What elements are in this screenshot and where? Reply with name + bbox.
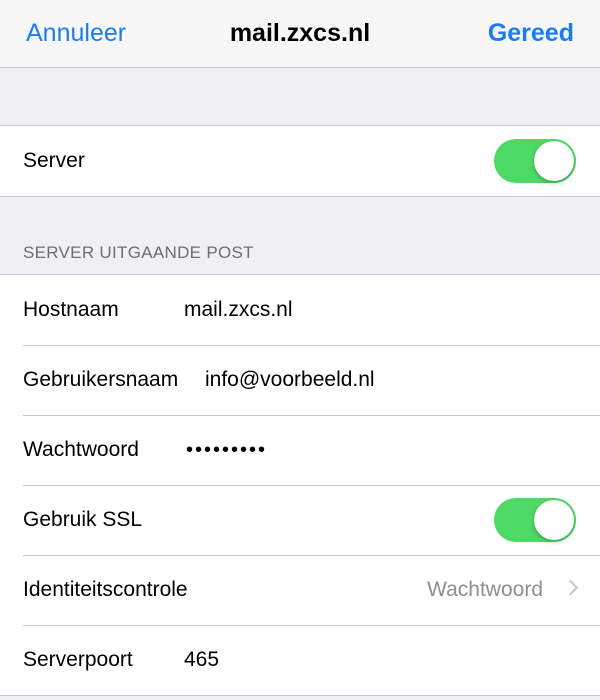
toggle-knob [534, 141, 574, 181]
server-toggle[interactable] [494, 139, 576, 183]
password-label: Wachtwoord [23, 438, 139, 461]
authentication-label: Identiteitscontrole [23, 578, 188, 601]
ssl-toggle[interactable] [494, 498, 576, 542]
server-group: Server [0, 125, 600, 197]
server-label: Server [23, 149, 85, 172]
outgoing-server-group: Hostnaam mail.zxcs.nl Gebruikersnaam inf… [0, 274, 600, 696]
username-field[interactable]: info@voorbeeld.nl [205, 345, 375, 415]
section-header-outgoing: SERVER UITGAANDE POST [23, 243, 254, 262]
navigation-bar: Annuleer mail.zxcs.nl Gereed [0, 0, 600, 68]
authentication-row[interactable]: Identiteitscontrole Wachtwoord [0, 555, 600, 625]
port-row[interactable]: Serverpoort 465 [0, 625, 600, 695]
hostname-label: Hostnaam [23, 298, 119, 321]
password-row[interactable]: Wachtwoord ••••••••• [0, 415, 600, 485]
ssl-row: Gebruik SSL [0, 485, 600, 555]
port-field[interactable]: 465 [184, 625, 219, 695]
hostname-field[interactable]: mail.zxcs.nl [184, 275, 293, 345]
authentication-value: Wachtwoord [427, 578, 543, 601]
port-label: Serverpoort [23, 648, 133, 671]
password-field[interactable]: ••••••••• [186, 415, 267, 485]
chevron-right-icon [562, 579, 579, 596]
server-row: Server [0, 126, 600, 196]
hostname-row[interactable]: Hostnaam mail.zxcs.nl [0, 275, 600, 345]
username-label: Gebruikersnaam [23, 368, 179, 391]
ssl-label: Gebruik SSL [23, 508, 143, 531]
toggle-knob [534, 500, 574, 540]
done-button[interactable]: Gereed [488, 19, 574, 48]
username-row[interactable]: Gebruikersnaam info@voorbeeld.nl [0, 345, 600, 415]
